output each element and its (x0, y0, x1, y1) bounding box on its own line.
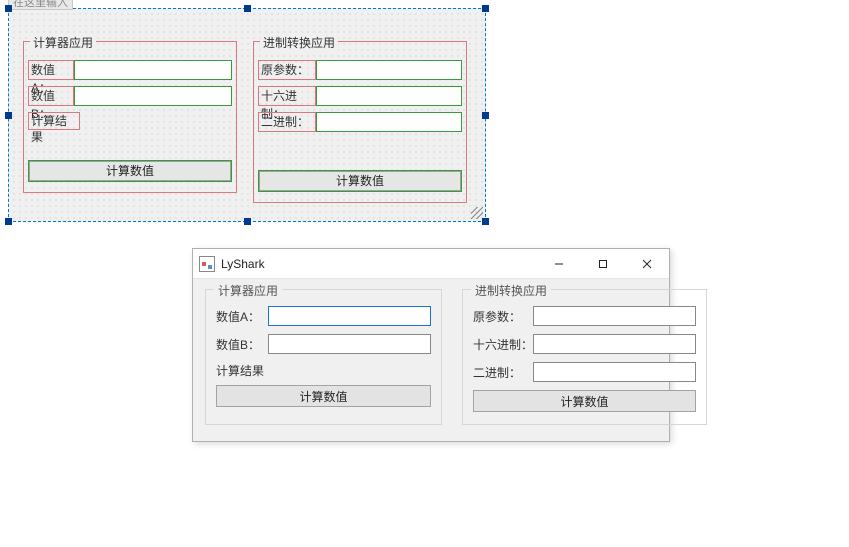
designer-input-hex[interactable] (316, 86, 462, 106)
resize-handle-s[interactable] (244, 218, 251, 225)
title-bar[interactable]: LyShark (193, 249, 669, 279)
input-value-b[interactable] (268, 334, 431, 354)
group-conversion: 进制转换应用 原参数： 十六进制： 二进制： 计算数值 (462, 289, 707, 425)
client-area: 计算器应用 数值A： 数值B： 计算结果 计算数值 进制转换应用 原参数： 十六… (193, 279, 669, 441)
maximize-button[interactable] (581, 249, 625, 278)
group-title: 计算器应用 (30, 34, 96, 51)
input-bin[interactable] (533, 362, 696, 382)
designer-input-source[interactable] (316, 60, 462, 80)
close-button[interactable] (625, 249, 669, 278)
label-result: 计算结果 (216, 362, 431, 379)
label-source: 原参数： (473, 308, 533, 325)
label-result[interactable]: 计算结果 (28, 112, 80, 130)
app-window: LyShark 计算器应用 数值A： 数值B： 计算结果 计算数值 (192, 248, 670, 442)
group-title: 计算器应用 (214, 282, 282, 299)
group-title: 进制转换应用 (260, 34, 338, 51)
resize-handle-sw[interactable] (5, 218, 12, 225)
label-bin[interactable]: 二进制： (258, 112, 316, 132)
window-title: LyShark (221, 257, 537, 271)
designer-input-bin[interactable] (316, 112, 462, 132)
label-value-a[interactable]: 数值A： (28, 60, 74, 80)
label-source[interactable]: 原参数： (258, 60, 316, 80)
group-calculator: 计算器应用 数值A： 数值B： 计算结果 计算数值 (205, 289, 442, 425)
designer-group-conversion[interactable]: 进制转换应用 原参数： 十六进制： 二进制： 计算数值 (253, 41, 467, 203)
app-icon (199, 256, 215, 272)
designer-form-canvas[interactable]: 在这里输入 计算器应用 数值A： 数值B： 计算结果 计算数值 进制转换应用 原… (8, 8, 486, 222)
calculate-button[interactable]: 计算数值 (216, 385, 431, 407)
label-value-a: 数值A： (216, 308, 268, 325)
resize-handle-w[interactable] (5, 112, 12, 119)
input-value-a[interactable] (268, 306, 431, 326)
label-bin: 二进制： (473, 364, 533, 381)
designer-button-calculate[interactable]: 计算数值 (28, 160, 232, 182)
designer-input-value-b[interactable] (74, 86, 232, 106)
minimize-button[interactable] (537, 249, 581, 278)
resize-handle-n[interactable] (244, 5, 251, 12)
calculate-button[interactable]: 计算数值 (473, 390, 696, 412)
resize-handle-ne[interactable] (482, 5, 489, 12)
resize-grip-icon[interactable] (471, 207, 483, 219)
designer-title-tab: 在这里输入 (8, 0, 73, 10)
group-title: 进制转换应用 (471, 282, 551, 299)
label-value-b[interactable]: 数值B： (28, 86, 74, 106)
label-value-b: 数值B： (216, 336, 268, 353)
resize-handle-se[interactable] (482, 218, 489, 225)
designer-button-calculate[interactable]: 计算数值 (258, 170, 462, 192)
resize-handle-e[interactable] (482, 112, 489, 119)
designer-group-calculator[interactable]: 计算器应用 数值A： 数值B： 计算结果 计算数值 (23, 41, 237, 193)
label-hex: 十六进制： (473, 336, 533, 353)
input-source[interactable] (533, 306, 696, 326)
input-hex[interactable] (533, 334, 696, 354)
designer-input-value-a[interactable] (74, 60, 232, 80)
label-hex[interactable]: 十六进制： (258, 86, 316, 106)
resize-handle-nw[interactable] (5, 5, 12, 12)
